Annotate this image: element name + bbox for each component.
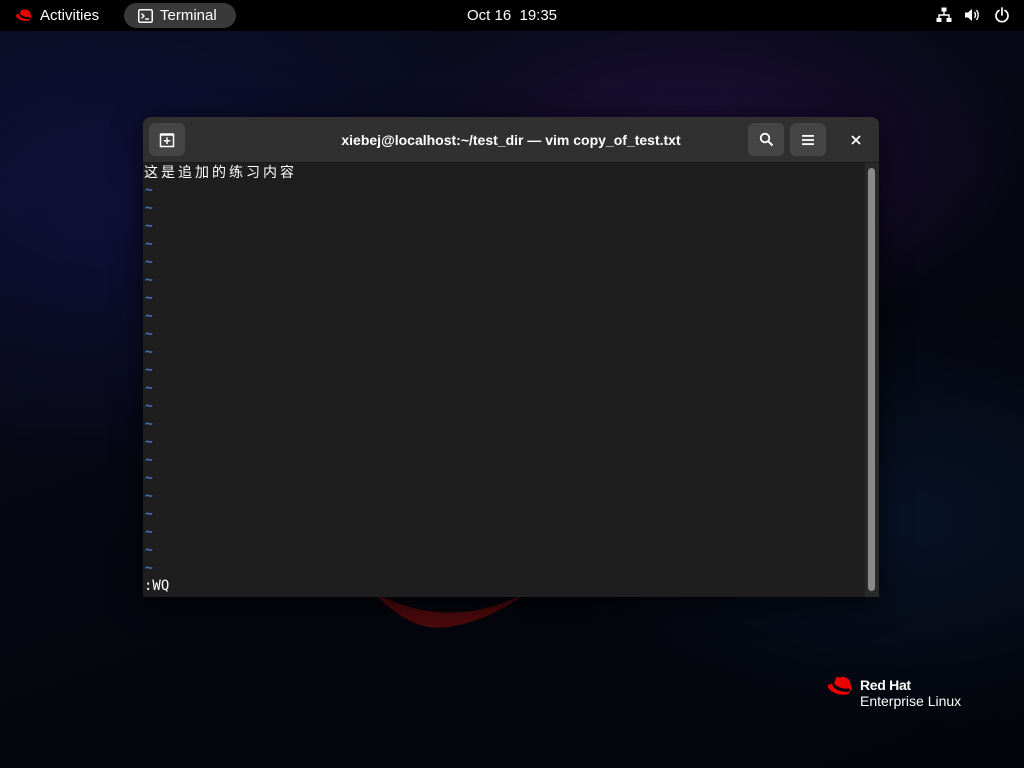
empty-line-tilde: ~ (145, 255, 153, 270)
system-tray[interactable] (935, 6, 1010, 24)
menu-button[interactable] (790, 123, 826, 156)
scrollbar-thumb[interactable] (868, 168, 875, 591)
window-title: xiebej@localhost:~/test_dir — vim copy_o… (341, 132, 681, 148)
empty-line-tilde: ~ (145, 327, 153, 342)
new-tab-icon (159, 132, 175, 147)
terminal-app-icon (138, 8, 153, 23)
close-window-button[interactable] (838, 123, 874, 156)
empty-line-markers: ~ ~ ~ ~ ~ ~ ~ ~ ~ ~ ~ ~ ~ ~ ~ ~ ~ ~ ~ ~ ~ ~ (145, 182, 165, 578)
brand-name: Red Hat (860, 677, 911, 693)
empty-line-tilde: ~ (145, 237, 153, 252)
power-icon[interactable] (993, 6, 1010, 24)
empty-line-tilde: ~ (145, 381, 153, 396)
close-icon (851, 134, 861, 145)
activities-label: Activities (40, 7, 100, 24)
empty-line-tilde: ~ (145, 435, 153, 450)
window-headerbar[interactable]: xiebej@localhost:~/test_dir — vim copy_o… (143, 117, 879, 163)
empty-line-tilde: ~ (145, 561, 153, 576)
app-menu-button[interactable]: Terminal (124, 3, 236, 28)
redhat-logo-icon (16, 8, 32, 21)
empty-line-tilde: ~ (145, 399, 153, 414)
empty-line-tilde: ~ (145, 219, 153, 234)
vim-editor-area[interactable]: 这是追加的练习内容 ~ ~ ~ ~ ~ ~ ~ ~ ~ ~ ~ ~ ~ ~ ~ ~ ~ ~ ~ ~ ~ ~ :WQ (143, 163, 865, 597)
empty-line-tilde: ~ (145, 489, 153, 504)
volume-icon[interactable] (964, 6, 981, 24)
rhel-branding: Red Hat Enterprise Linux (828, 676, 978, 712)
terminal-scrollbar[interactable] (865, 163, 879, 597)
empty-line-tilde: ~ (145, 543, 153, 558)
search-button[interactable] (748, 123, 784, 156)
vim-command-line[interactable]: :WQ (144, 577, 169, 595)
terminal-window[interactable]: xiebej@localhost:~/test_dir — vim copy_o… (143, 117, 879, 597)
empty-line-tilde: ~ (145, 363, 153, 378)
hamburger-menu-icon (802, 134, 814, 145)
empty-line-tilde: ~ (145, 417, 153, 432)
new-tab-button[interactable] (149, 123, 185, 156)
clock[interactable]: Oct 16 19:35 (452, 0, 572, 31)
top-bar: Activities Terminal Oct 16 19:35 (0, 0, 1024, 31)
empty-line-tilde: ~ (145, 507, 153, 522)
empty-line-tilde: ~ (145, 453, 153, 468)
empty-line-tilde: ~ (145, 345, 153, 360)
empty-line-tilde: ~ (145, 525, 153, 540)
product-name: Enterprise Linux (860, 693, 962, 709)
activities-button[interactable]: Activities (16, 4, 99, 27)
empty-line-tilde: ~ (145, 273, 153, 288)
empty-line-tilde: ~ (145, 309, 153, 324)
empty-line-tilde: ~ (145, 471, 153, 486)
empty-line-tilde: ~ (145, 201, 153, 216)
empty-line-tilde: ~ (145, 291, 153, 306)
empty-line-tilde: ~ (145, 183, 153, 198)
buffer-line: 这是追加的练习内容 (144, 165, 297, 181)
network-icon[interactable] (935, 6, 952, 24)
app-name-label: Terminal (160, 7, 217, 24)
search-icon (759, 132, 773, 147)
redhat-logo-icon (828, 676, 852, 695)
